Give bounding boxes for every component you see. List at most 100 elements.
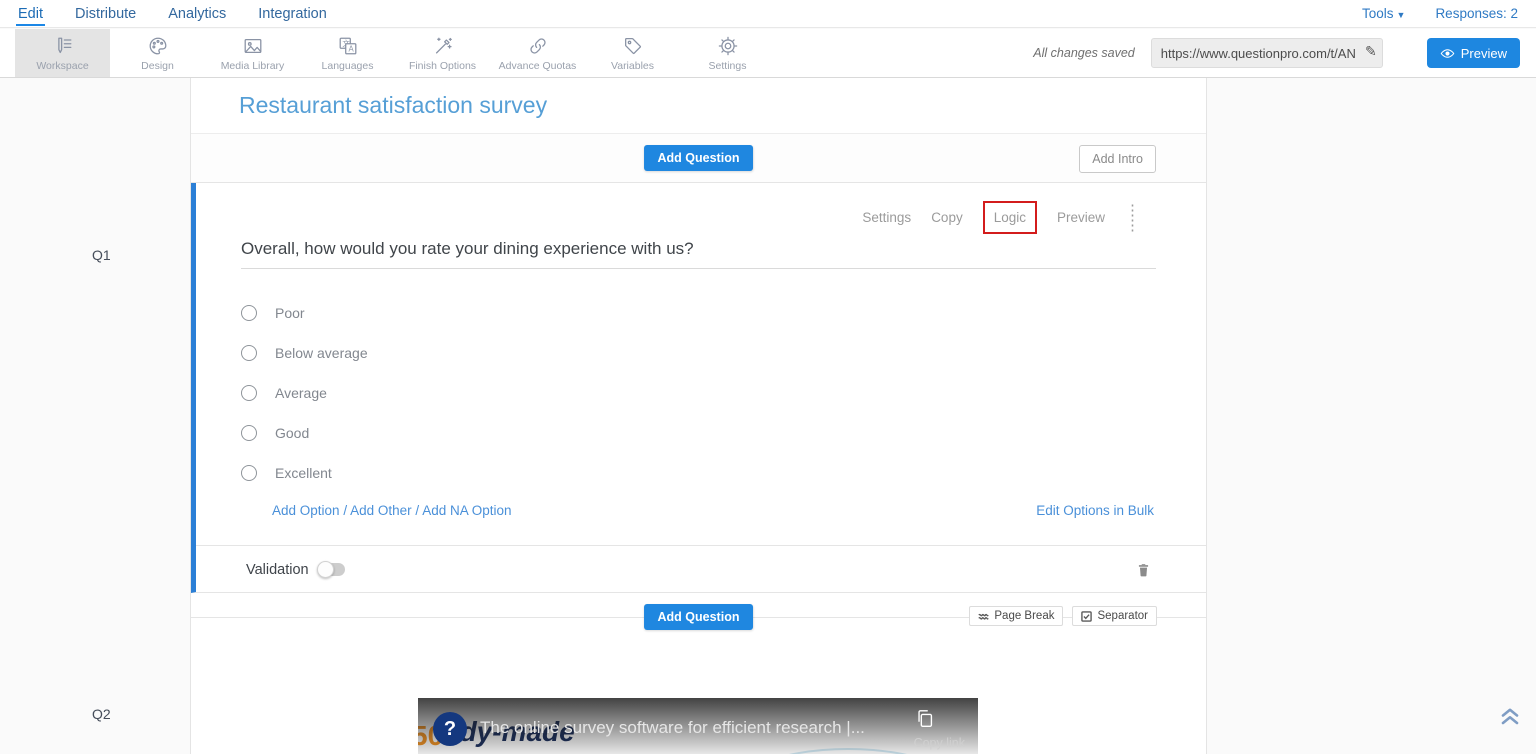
question-logic-button[interactable]: Logic <box>983 201 1037 234</box>
validation-label: Validation <box>246 562 309 578</box>
image-icon <box>242 35 264 57</box>
tag-icon <box>622 35 644 57</box>
edit-url-icon[interactable]: ✎ <box>1365 43 1377 60</box>
option-label[interactable]: Good <box>275 425 309 441</box>
palette-icon <box>147 35 169 57</box>
editor-toolbar: Workspace Design Media Library 文A Langua… <box>0 29 1536 78</box>
toolbar-item-workspace[interactable]: Workspace <box>15 29 110 77</box>
toolbar-item-label: Languages <box>322 60 374 72</box>
toolbar-item-advance-quotas[interactable]: Advance Quotas <box>490 29 585 77</box>
link-separator: / <box>343 503 347 518</box>
edit-options-in-bulk-link[interactable]: Edit Options in Bulk <box>1036 503 1154 518</box>
caret-down-icon: ▼ <box>1397 10 1406 20</box>
toolbar-item-variables[interactable]: Variables <box>585 29 680 77</box>
survey-title-row: Restaurant satisfaction survey <box>191 78 1206 134</box>
toggle-knob <box>317 561 334 578</box>
responses-link[interactable]: Responses: 2 <box>1435 6 1518 21</box>
answer-option-average[interactable]: Average <box>241 373 368 413</box>
gear-icon <box>717 35 739 57</box>
video-title[interactable]: The online survey software for efficient… <box>480 718 865 738</box>
page-break-button[interactable]: Page Break <box>969 606 1063 626</box>
toolbar-item-label: Media Library <box>221 60 285 72</box>
question-number-q1: Q1 <box>92 247 111 263</box>
add-question-button-bottom[interactable]: Add Question <box>644 604 754 630</box>
validation-row: Validation <box>196 545 1206 593</box>
toolbar-item-settings[interactable]: Settings <box>680 29 775 77</box>
answer-option-good[interactable]: Good <box>241 413 368 453</box>
toolbar-right: All changes saved ✎ Preview <box>1033 29 1536 77</box>
option-label[interactable]: Poor <box>275 305 305 321</box>
question-actions: Settings Copy Logic Preview ⋮⋮ <box>862 201 1140 234</box>
radio-button-icon[interactable] <box>241 305 257 321</box>
option-label[interactable]: Excellent <box>275 465 332 481</box>
question-preview-button[interactable]: Preview <box>1057 210 1105 225</box>
toolbar-item-label: Design <box>141 60 174 72</box>
more-options-icon[interactable]: ⋮⋮ <box>1125 203 1140 233</box>
tools-menu[interactable]: Tools▼ <box>1362 6 1405 21</box>
workspace-icon <box>52 35 74 57</box>
question-copy-button[interactable]: Copy <box>931 210 963 225</box>
toolbar-items: Workspace Design Media Library 文A Langua… <box>0 29 775 77</box>
tab-edit[interactable]: Edit <box>16 2 45 26</box>
add-question-button-top[interactable]: Add Question <box>644 145 754 171</box>
magic-wand-icon <box>432 35 454 57</box>
toolbar-item-design[interactable]: Design <box>110 29 205 77</box>
tab-analytics[interactable]: Analytics <box>166 2 228 26</box>
add-option-link[interactable]: Add Option <box>272 503 340 518</box>
question-text-field[interactable]: Overall, how would you rate your dining … <box>241 239 1156 269</box>
answer-option-below-average[interactable]: Below average <box>241 333 368 373</box>
tab-integration[interactable]: Integration <box>256 2 329 26</box>
option-label[interactable]: Below average <box>275 345 368 361</box>
toolbar-item-media-library[interactable]: Media Library <box>205 29 300 77</box>
question-card-q1: Settings Copy Logic Preview ⋮⋮ Overall, … <box>191 183 1206 593</box>
link-separator: / <box>415 503 419 518</box>
question-number-q2: Q2 <box>92 706 111 722</box>
separator-button[interactable]: Separator <box>1072 606 1157 626</box>
add-intro-button[interactable]: Add Intro <box>1079 145 1156 173</box>
scroll-to-top-button[interactable] <box>1498 703 1522 727</box>
toolbar-item-label: Advance Quotas <box>499 60 577 72</box>
toolbar-item-label: Finish Options <box>409 60 476 72</box>
toolbar-item-label: Workspace <box>36 60 88 72</box>
eye-icon <box>1440 46 1455 61</box>
page-break-icon <box>978 611 989 622</box>
question-settings-button[interactable]: Settings <box>862 210 911 225</box>
translate-icon: 文A <box>337 35 359 57</box>
survey-canvas: Restaurant satisfaction survey Add Quest… <box>190 78 1207 754</box>
option-label[interactable]: Average <box>275 385 327 401</box>
page-break-label: Page Break <box>994 610 1054 622</box>
page-break-separator-group: Page Break Separator <box>969 606 1157 626</box>
nav-tabs: Edit Distribute Analytics Integration <box>0 2 329 26</box>
answer-option-excellent[interactable]: Excellent <box>241 453 368 493</box>
toolbar-item-label: Variables <box>611 60 654 72</box>
checkbox-icon <box>1081 611 1092 622</box>
preview-button[interactable]: Preview <box>1427 38 1520 68</box>
radio-button-icon[interactable] <box>241 465 257 481</box>
radio-button-icon[interactable] <box>241 425 257 441</box>
copy-link-label: Copy link <box>914 736 965 750</box>
answer-option-poor[interactable]: Poor <box>241 293 368 333</box>
separator-label: Separator <box>1097 610 1148 622</box>
questionpro-survey-editor: Edit Distribute Analytics Integration To… <box>0 0 1536 754</box>
survey-title[interactable]: Restaurant satisfaction survey <box>239 92 547 119</box>
radio-button-icon[interactable] <box>241 345 257 361</box>
channel-avatar[interactable]: ? <box>433 712 467 746</box>
tab-distribute[interactable]: Distribute <box>73 2 138 26</box>
double-chevron-up-icon <box>1498 703 1522 727</box>
preview-button-label: Preview <box>1461 46 1507 61</box>
validation-toggle[interactable] <box>319 563 345 576</box>
toolbar-item-label: Settings <box>709 60 747 72</box>
radio-button-icon[interactable] <box>241 385 257 401</box>
add-other-link[interactable]: Add Other <box>350 503 412 518</box>
question-q2-video-embed[interactable]: 50 ady-made t ? The online survey softwa… <box>418 698 978 754</box>
add-na-option-link[interactable]: Add NA Option <box>422 503 511 518</box>
svg-text:A: A <box>348 44 354 53</box>
link-icon <box>527 35 549 57</box>
survey-url-input[interactable] <box>1151 38 1383 68</box>
toolbar-item-languages[interactable]: 文A Languages <box>300 29 395 77</box>
option-add-links: Add Option / Add Other / Add NA Option <box>272 503 512 518</box>
delete-question-icon[interactable] <box>1135 560 1152 580</box>
toolbar-item-finish-options[interactable]: Finish Options <box>395 29 490 77</box>
top-navigation: Edit Distribute Analytics Integration To… <box>0 0 1536 28</box>
copy-link-icon[interactable] <box>914 708 936 730</box>
